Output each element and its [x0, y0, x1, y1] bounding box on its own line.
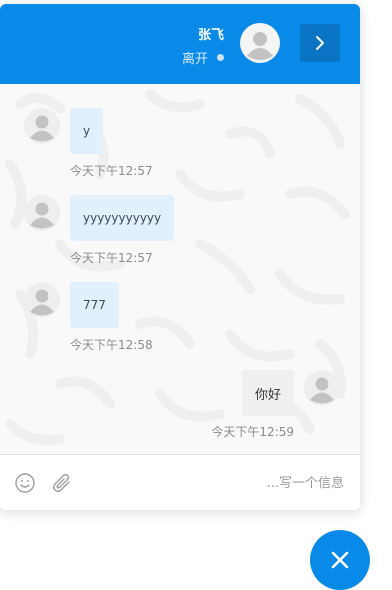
message-bubble: y — [70, 108, 104, 154]
smiley-icon — [15, 473, 35, 493]
sender-avatar-icon — [304, 370, 340, 406]
chevron-right-icon — [316, 36, 324, 50]
agent-status-label: 离开 — [181, 52, 208, 67]
message-bubble: yyyyyyyyyyy — [70, 195, 175, 241]
message-list[interactable]: y 今天下午12:57 yyyyyyyyyyy 今天下午12:57 777 今天… — [0, 84, 360, 454]
message-timestamp: 今天下午12:57 — [70, 251, 153, 265]
composer — [0, 454, 360, 510]
sender-avatar-icon — [24, 108, 60, 144]
emoji-button[interactable] — [14, 472, 36, 494]
message-timestamp: 今天下午12:59 — [211, 425, 294, 439]
paperclip-icon — [52, 473, 70, 493]
expand-button[interactable] — [300, 24, 340, 62]
message-bubble: 777 — [70, 282, 119, 328]
chat-widget: 张飞 离开 y 今天下午12:57 yyyyyyyyyyy 今天下午12:57 … — [0, 4, 360, 510]
agent-status: 离开 — [182, 48, 224, 67]
chat-header: 张飞 离开 — [0, 4, 360, 84]
agent-name: 张飞 — [197, 28, 224, 43]
message-timestamp: 今天下午12:58 — [70, 338, 153, 352]
close-chat-button[interactable] — [310, 530, 370, 590]
close-icon — [331, 551, 349, 569]
message-bubble: 你好 — [241, 370, 294, 416]
sender-avatar-icon — [24, 195, 60, 231]
status-dot-icon — [217, 54, 224, 61]
message-timestamp: 今天下午12:57 — [70, 164, 153, 178]
attach-button[interactable] — [51, 472, 73, 494]
user-avatar-icon — [240, 23, 280, 63]
message-input[interactable] — [90, 469, 346, 497]
sender-avatar-icon — [24, 282, 60, 318]
